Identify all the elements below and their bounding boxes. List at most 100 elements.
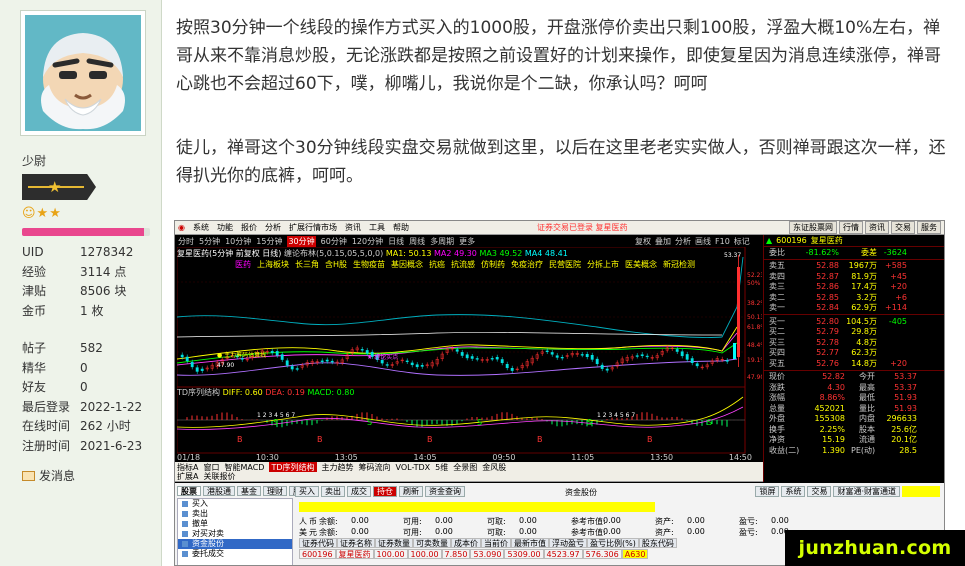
account-right-button[interactable]: 锁屏 <box>755 486 780 497</box>
menu-item[interactable]: 系统 <box>193 222 209 233</box>
period-tab[interactable]: 30分钟 <box>287 235 316 247</box>
period-tab[interactable]: 日线 <box>388 236 404 247</box>
menu-item[interactable]: 功能 <box>217 222 233 233</box>
concept-tag: 基因概念 <box>391 260 424 269</box>
menu-item[interactable]: 分析 <box>265 222 281 233</box>
stat-label: 注册时间 <box>22 438 71 453</box>
period-tab[interactable]: 15分钟 <box>256 236 282 247</box>
quote-info-row: 涨幅 8.86% 最低 51.93 <box>764 393 944 404</box>
account-button[interactable]: 卖出 <box>321 486 345 497</box>
period-tab[interactable]: 更多 <box>459 236 475 247</box>
candle-body <box>490 358 494 360</box>
period-tab[interactable]: 分时 <box>178 236 194 247</box>
period-tab[interactable]: 10分钟 <box>225 236 251 247</box>
analysis-button[interactable]: 画线 <box>695 236 711 247</box>
account-button[interactable]: 成交 <box>347 486 371 497</box>
indicator-tab[interactable]: VOL-TDX <box>396 463 431 472</box>
analysis-button[interactable]: F10 <box>715 237 730 246</box>
menu-item[interactable]: 工具 <box>369 222 385 233</box>
analysis-button[interactable]: 标记 <box>734 236 750 247</box>
trading-tab[interactable]: 港股通 <box>203 486 235 496</box>
account-field: 可用: <box>403 517 422 526</box>
quote-volume: 62.9万 <box>851 303 877 313</box>
trading-tab[interactable]: 理财 <box>263 486 287 496</box>
account-field: 可取: <box>487 517 506 526</box>
candle-body <box>365 350 369 354</box>
period-tab[interactable]: 周线 <box>409 236 425 247</box>
candle-body <box>590 355 594 360</box>
holdings-table-row[interactable]: 600196 复星医药 100.00 100.00 7.850 53.090 5309.00… <box>299 549 649 559</box>
extension-tab[interactable]: 关联报价 <box>203 471 235 482</box>
trading-tree-item[interactable]: 买入 <box>178 499 292 509</box>
trading-tree-item[interactable]: 撤单 <box>178 519 292 529</box>
envelope-icon <box>22 470 35 481</box>
account-search-box[interactable] <box>902 486 940 497</box>
quote-volume: 62.3万 <box>851 348 877 358</box>
period-tab[interactable]: 60分钟 <box>321 236 347 247</box>
quote-panel: ▲ 600196 复星医药 委比 -81.62% 委差 -3624 卖五 52.88 19… <box>763 235 944 482</box>
trading-tree-item[interactable]: 委托成交 <box>178 549 292 559</box>
account-field: 0.00 <box>435 516 453 525</box>
account-right-button[interactable]: 系统 <box>781 486 806 497</box>
account-field: 可取: <box>487 528 506 537</box>
quote-sell-row: 卖五 52.88 1967万 +585 <box>764 261 944 272</box>
menu-right-button[interactable]: 交易 <box>891 221 915 234</box>
quote-info-value: 8.86% <box>819 393 845 403</box>
candle-body <box>405 360 409 362</box>
stat-row: 注册时间 2021-6-23 <box>22 437 142 457</box>
quote-volume: 1967万 <box>848 261 877 271</box>
menu-right-button[interactable]: 资讯 <box>865 221 889 234</box>
svg-text:S: S <box>477 418 482 427</box>
account-right-button[interactable]: 交易 <box>807 486 832 497</box>
account-button[interactable]: 买入 <box>295 486 319 497</box>
table-header-cell: 可卖数量 <box>413 538 451 548</box>
send-message-link[interactable]: 发消息 <box>22 467 75 484</box>
extension-tab[interactable]: 扩展A <box>177 471 198 482</box>
trading-tree-item[interactable]: 资金股份 <box>178 539 292 549</box>
candle-body <box>185 356 189 362</box>
table-header-cell: 当前价 <box>481 538 511 548</box>
menu-item[interactable]: 资讯 <box>345 222 361 233</box>
quote-info-value: 28.5 <box>899 445 917 455</box>
account-field: 0.00 <box>519 516 537 525</box>
trading-tree-item[interactable]: 对买对卖 <box>178 529 292 539</box>
account-button[interactable]: 资金查询 <box>425 486 465 497</box>
quote-sell-row: 卖四 52.87 81.9万 +45 <box>764 271 944 282</box>
account-button[interactable]: 持仓 <box>373 486 397 497</box>
quote-weibi-row: 委比 -81.62% 委差 -3624 <box>764 247 944 258</box>
analysis-button[interactable]: 复权 <box>635 236 651 247</box>
post-paragraph-1: 按照30分钟一个线段的操作方式买入的1000股，开盘涨停价卖出只剩100股，浮盈… <box>176 18 941 94</box>
avatar[interactable] <box>20 10 146 136</box>
account-button[interactable]: 刷新 <box>399 486 423 497</box>
trading-tab[interactable]: 股票 <box>177 486 201 496</box>
indicator-tab[interactable]: 筹码流向 <box>359 462 391 473</box>
menu-item[interactable]: 报价 <box>241 222 257 233</box>
ma-value: MA4 48.41 <box>524 249 568 258</box>
menu-right-button[interactable]: 行情 <box>839 221 863 234</box>
indicator-tab[interactable]: TD序列结构 <box>269 461 317 473</box>
indicator-tab[interactable]: 全景图 <box>453 462 477 473</box>
trading-tree-item[interactable]: 卖出 <box>178 509 292 519</box>
quote-sell-row: 卖二 52.85 3.2万 +6 <box>764 292 944 303</box>
analysis-button[interactable]: 分析 <box>675 236 691 247</box>
period-tab[interactable]: 多周期 <box>430 236 454 247</box>
quote-volume: 4.8万 <box>856 337 877 347</box>
quote-info-label: 今开 <box>859 372 875 382</box>
quote-info-label: PE(动) <box>851 445 876 455</box>
quote-label: 委比 <box>769 247 785 257</box>
quote-info-value: 51.93 <box>894 403 917 413</box>
indicator-tab[interactable]: 主力趋势 <box>322 462 354 473</box>
analysis-button[interactable]: 叠加 <box>655 236 671 247</box>
trading-tab[interactable]: 基金 <box>237 486 261 496</box>
svg-text:B: B <box>647 435 653 444</box>
indicator-tab[interactable]: 5维 <box>435 462 448 473</box>
period-tab[interactable]: 120分钟 <box>352 236 383 247</box>
period-tab[interactable]: 5分钟 <box>199 236 220 247</box>
menu-right-button[interactable]: 东证股票网 <box>789 221 837 234</box>
account-right-button[interactable]: 财富通·财富通道 <box>833 486 900 497</box>
indicator-tab[interactable]: 金风股 <box>482 462 506 473</box>
menu-item[interactable]: 帮助 <box>393 222 409 233</box>
menu-item[interactable]: 扩展行情市场 <box>289 222 337 233</box>
menu-right-button[interactable]: 服务 <box>917 221 941 234</box>
svg-text:B: B <box>537 435 543 444</box>
